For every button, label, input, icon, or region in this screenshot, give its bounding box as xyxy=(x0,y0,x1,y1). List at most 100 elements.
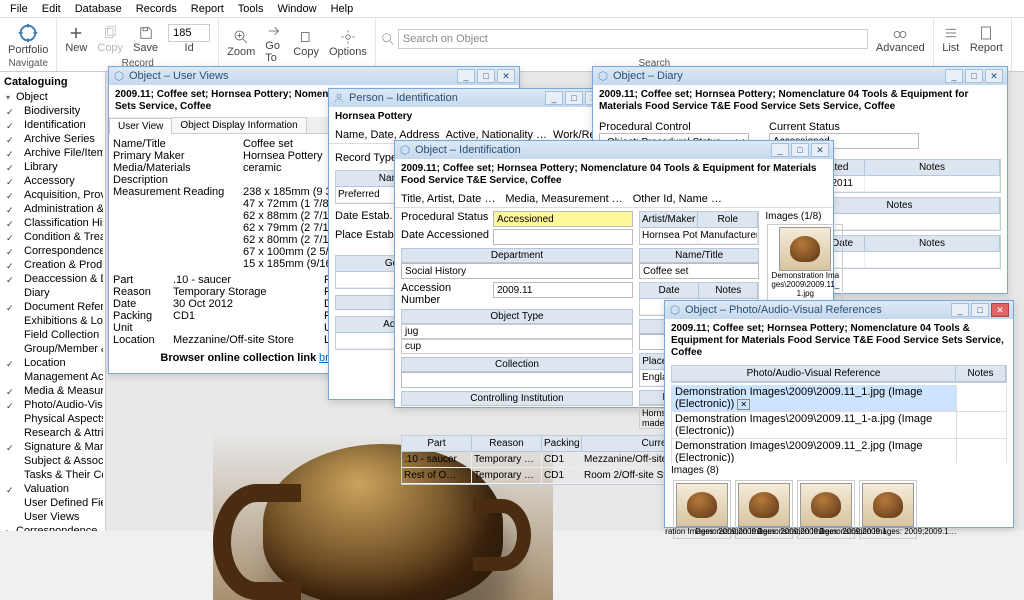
list-icon xyxy=(942,24,960,42)
goto-button[interactable]: Go To xyxy=(261,20,287,66)
minimize-icon[interactable]: _ xyxy=(951,303,969,317)
close-icon[interactable]: ✕ xyxy=(497,69,515,83)
copy-field-button[interactable]: Copy xyxy=(289,26,323,60)
tree-item[interactable]: Correspondence Hist xyxy=(2,244,103,258)
id-button[interactable]: Id xyxy=(164,22,214,56)
tree-item[interactable]: Physical Aspects xyxy=(2,412,103,426)
cube-icon xyxy=(597,70,609,82)
minimize-icon[interactable]: _ xyxy=(545,91,563,105)
tab-user-view[interactable]: User View xyxy=(109,118,172,134)
menu-help[interactable]: Help xyxy=(325,2,360,16)
menu-database[interactable]: Database xyxy=(69,2,128,16)
record-header: Hornsea Pottery xyxy=(329,107,607,127)
minimize-icon[interactable]: _ xyxy=(457,69,475,83)
tree-item[interactable]: Identification xyxy=(2,118,103,132)
close-icon[interactable]: ✕ xyxy=(985,69,1003,83)
menu-file[interactable]: File xyxy=(4,2,34,16)
tree-item[interactable]: Valuation xyxy=(2,482,103,496)
dept-input[interactable] xyxy=(401,263,633,279)
tree-item[interactable]: Condition & Treatme xyxy=(2,230,103,244)
menu-tools[interactable]: Tools xyxy=(232,2,270,16)
tree-item[interactable]: Administration & Ris xyxy=(2,202,103,216)
window-pav[interactable]: Object – Photo/Audio-Visual References_□… xyxy=(664,300,1014,528)
close-icon[interactable]: ✕ xyxy=(811,143,829,157)
tree-item[interactable]: Accessory xyxy=(2,174,103,188)
tree-header: Cataloguing xyxy=(2,74,103,90)
id-input[interactable] xyxy=(168,24,210,42)
menu-report[interactable]: Report xyxy=(185,2,230,16)
crosshair-icon xyxy=(17,22,39,44)
name-input[interactable] xyxy=(639,263,759,279)
tab-display-info[interactable]: Object Display Information xyxy=(171,117,306,133)
arrow-icon xyxy=(265,22,283,40)
tree-item[interactable]: Management Activiti xyxy=(2,370,103,384)
search-input[interactable]: Search on Object xyxy=(398,29,868,49)
binoculars-icon xyxy=(891,24,909,42)
copy-icon xyxy=(101,24,119,42)
cube-icon xyxy=(669,304,681,316)
new-button[interactable]: New xyxy=(61,22,91,56)
tree-item[interactable]: Diary xyxy=(2,286,103,300)
tree-item[interactable]: Correspondence xyxy=(2,524,103,531)
nav-link[interactable]: Media, Measurement … xyxy=(505,193,622,205)
copy-icon xyxy=(297,28,315,46)
tree-item[interactable]: Subject & Associatio xyxy=(2,454,103,468)
options-button[interactable]: Options xyxy=(325,26,371,60)
tree-item[interactable]: Archive File/Item xyxy=(2,146,103,160)
copy-button[interactable]: Copy xyxy=(93,22,127,56)
report-icon xyxy=(977,24,995,42)
maximize-icon[interactable]: □ xyxy=(477,69,495,83)
record-header: 2009.11; Coffee set; Hornsea Pottery; No… xyxy=(665,319,1013,363)
report-button[interactable]: Report xyxy=(966,22,1007,56)
tree-item[interactable]: Document Reference xyxy=(2,300,103,314)
maximize-icon[interactable]: □ xyxy=(971,303,989,317)
portfolio-button[interactable]: Portfolio xyxy=(4,20,52,58)
tree-item[interactable]: Photo/Audio-Visual xyxy=(2,398,103,412)
acc-no-input[interactable] xyxy=(493,282,633,298)
ribbon-toolbar: Portfolio Navigate New Copy Save Id Reco… xyxy=(0,18,1024,72)
record-header: 2009.11; Coffee set; Hornsea Pottery; No… xyxy=(593,85,1007,117)
date-acc-input[interactable] xyxy=(493,229,633,245)
close-icon[interactable]: ✕ xyxy=(991,303,1009,317)
tree-item[interactable]: Archive Series xyxy=(2,132,103,146)
minimize-icon[interactable]: _ xyxy=(945,69,963,83)
nav-link[interactable]: Title, Artist, Date … xyxy=(401,193,495,205)
zoom-button[interactable]: Zoom xyxy=(223,26,259,60)
advanced-button[interactable]: Advanced xyxy=(872,22,929,56)
tree-item[interactable]: User Defined Fields xyxy=(2,496,103,510)
tree-item[interactable]: Creation & Producti xyxy=(2,258,103,272)
plus-icon xyxy=(67,24,85,42)
menu-window[interactable]: Window xyxy=(271,2,322,16)
tree-item[interactable]: Tasks & Their Costs xyxy=(2,468,103,482)
tree-item[interactable]: Object xyxy=(2,90,103,104)
tree-item[interactable]: Deaccession & Disp xyxy=(2,272,103,286)
tree-item[interactable]: Signature & Marks xyxy=(2,440,103,454)
minimize-icon[interactable]: _ xyxy=(771,143,789,157)
tree-item[interactable]: Group/Member & R xyxy=(2,342,103,356)
thumbnail[interactable]: Demonstration Images: 2009;2009.1… xyxy=(859,480,917,539)
tree-item[interactable]: User Views xyxy=(2,510,103,524)
chevrons-left-icon xyxy=(1020,30,1024,48)
tree-item[interactable]: Acquisition, Provenanc xyxy=(2,188,103,202)
tree-item[interactable]: Library xyxy=(2,160,103,174)
tree-item[interactable]: Biodiversity xyxy=(2,104,103,118)
tree-item[interactable]: Media & Measurem xyxy=(2,384,103,398)
browse-prev[interactable] xyxy=(1016,28,1024,50)
maximize-icon[interactable]: □ xyxy=(791,143,809,157)
tree-item[interactable]: Classification History xyxy=(2,216,103,230)
proc-status-input[interactable] xyxy=(493,211,633,227)
zoom-icon xyxy=(232,28,250,46)
maximize-icon[interactable]: □ xyxy=(965,69,983,83)
menu-bar: File Edit Database Records Report Tools … xyxy=(0,0,1024,18)
menu-records[interactable]: Records xyxy=(130,2,183,16)
nav-link[interactable]: Other Id, Name … xyxy=(633,193,722,205)
nav-tree[interactable]: Cataloguing ObjectBiodiversityIdentifica… xyxy=(0,72,106,531)
tree-item[interactable]: Exhibitions & Loans xyxy=(2,314,103,328)
list-button[interactable]: List xyxy=(938,22,964,56)
tree-item[interactable]: Location xyxy=(2,356,103,370)
maximize-icon[interactable]: □ xyxy=(565,91,583,105)
menu-edit[interactable]: Edit xyxy=(36,2,67,16)
tree-item[interactable]: Field Collection xyxy=(2,328,103,342)
save-button[interactable]: Save xyxy=(129,22,162,56)
tree-item[interactable]: Research & Attributi xyxy=(2,426,103,440)
